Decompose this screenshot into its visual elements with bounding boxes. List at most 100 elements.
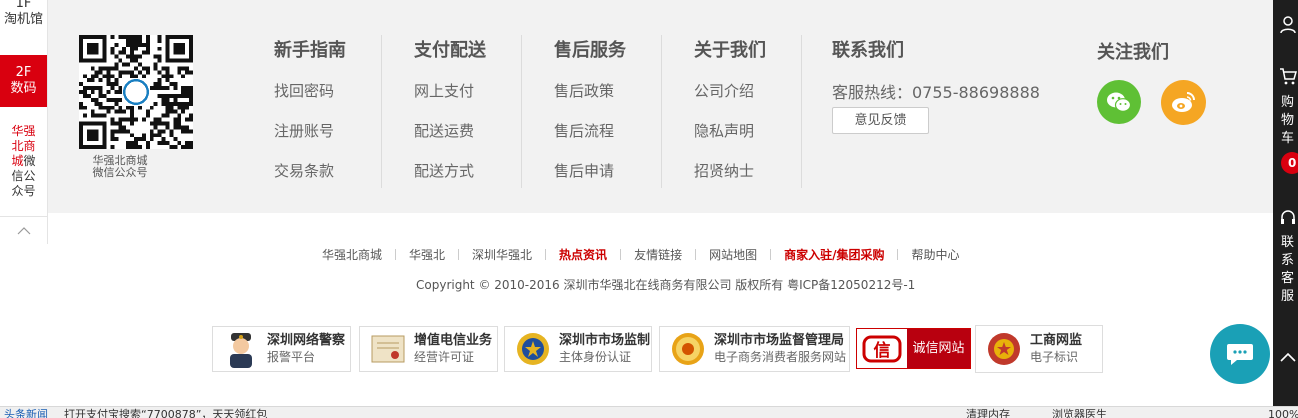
badge-telecom[interactable]: 增值电信业务 经营许可证: [359, 326, 498, 372]
police-icon: [230, 333, 252, 368]
footer-link[interactable]: 配送方式: [414, 160, 474, 181]
chevron-up-icon: [17, 226, 30, 234]
footer-link[interactable]: 配送运费: [414, 120, 474, 141]
badge-title: 工商网监: [1030, 333, 1083, 348]
back-to-top-button[interactable]: [0, 216, 47, 244]
column-aftersales: 售后服务 售后政策 售后流程 售后申请: [554, 38, 654, 188]
badge-title: 增值电信业务: [414, 333, 493, 348]
browser-status-bar: 头条新闻 打开支付宝搜索“7700878”，天天领红包 清理内存 浏览器医生 1…: [0, 406, 1298, 418]
column-divider: [381, 35, 382, 188]
status-news[interactable]: 头条新闻: [4, 408, 48, 418]
footer-link[interactable]: 售后政策: [554, 80, 614, 101]
link-divider: [545, 249, 547, 260]
cart-count-badge: 0: [1281, 152, 1298, 174]
floor-nav: 1F 淘机馆 2F 数码 华强北商城微信公众号: [0, 0, 48, 244]
column-divider: [661, 35, 662, 188]
credit-logo: 信: [857, 329, 907, 368]
wechat-qr-code: [79, 35, 193, 149]
qr-caption-line2: 微信公众号: [92, 166, 148, 179]
floor-wechat-item[interactable]: 华强北商城微信公众号: [0, 124, 47, 214]
column-guide: 新手指南 找回密码 注册账号 交易条款: [274, 38, 374, 188]
contact-service-label[interactable]: 联系客服: [1281, 234, 1297, 306]
qr-caption: 华强北商城 微信公众号: [79, 155, 161, 179]
chevron-up-icon[interactable]: [1278, 348, 1298, 368]
weibo-button[interactable]: [1161, 80, 1206, 125]
footer-link[interactable]: 网上支付: [414, 80, 474, 101]
status-clean-memory[interactable]: 清理内存: [966, 408, 1010, 418]
weibo-icon: [1172, 92, 1195, 112]
aic-emblem-icon: [988, 333, 1020, 365]
column-payment: 支付配送 网上支付 配送运费 配送方式: [414, 38, 514, 188]
column-title: 新手指南: [274, 40, 346, 61]
badge-aic[interactable]: 工商网监 电子标识: [975, 325, 1103, 373]
right-sidebar: 购物车 联系客服: [1273, 0, 1298, 418]
bottom-link[interactable]: 深圳华强北: [472, 246, 532, 263]
link-divider: [395, 249, 397, 260]
user-icon[interactable]: [1278, 14, 1298, 34]
badge-subtitle: 主体身份认证: [559, 350, 632, 364]
badge-subtitle: 经营许可证: [414, 350, 475, 364]
bottom-link[interactable]: 华强北商城: [322, 246, 382, 263]
link-divider: [770, 249, 772, 260]
bottom-link[interactable]: 商家入驻/集团采购: [784, 246, 884, 263]
feedback-button[interactable]: 意见反馈: [832, 107, 929, 134]
wechat-button[interactable]: [1097, 80, 1141, 124]
link-divider: [620, 249, 622, 260]
floor-1f-item[interactable]: 1F 淘机馆: [0, 0, 47, 52]
floor-2f-item[interactable]: 2F 数码: [0, 55, 47, 107]
badge-ecommerce[interactable]: 深圳市市场监督管理局 电子商务消费者服务网站: [659, 326, 850, 372]
bottom-link[interactable]: 网站地图: [709, 246, 757, 263]
badge-subtitle: 电子商务消费者服务网站: [714, 350, 847, 364]
badge-title: 诚信网站: [912, 341, 965, 356]
column-title: 支付配送: [414, 40, 486, 61]
column-title: 关于我们: [694, 40, 766, 61]
certificate-icon: [371, 335, 405, 363]
emblem-icon: [672, 333, 704, 365]
bottom-link[interactable]: 友情链接: [634, 246, 682, 263]
footer-link[interactable]: 招贤纳士: [694, 160, 754, 181]
footer-link[interactable]: 公司介绍: [694, 80, 754, 101]
wechat-icon: [1107, 92, 1132, 112]
copyright-text: Copyright © 2010-2016 深圳市华强北在线商务有限公司 版权所…: [416, 278, 916, 292]
footer-link[interactable]: 注册账号: [274, 120, 334, 141]
status-promo[interactable]: 打开支付宝搜索“7700878”，天天领红包: [64, 408, 267, 418]
footer-link[interactable]: 售后流程: [554, 120, 614, 141]
badge-subtitle: 电子标识: [1030, 350, 1079, 364]
bottom-link[interactable]: 帮助中心: [911, 246, 959, 263]
badge-title: 深圳网络警察: [267, 333, 346, 348]
footer-link[interactable]: 隐私声明: [694, 120, 754, 141]
cart-icon[interactable]: [1278, 66, 1298, 86]
footer-link[interactable]: 交易条款: [274, 160, 334, 181]
hotline-text: 客服热线：0755-88698888: [832, 83, 1040, 102]
emblem-icon: [517, 333, 549, 365]
follow-title: 关注我们: [1097, 42, 1169, 63]
link-divider: [458, 249, 460, 260]
chat-button[interactable]: [1210, 324, 1270, 384]
footer-link[interactable]: 售后申请: [554, 160, 614, 181]
badge-market-supervision[interactable]: 深圳市市场监制 主体身份认证: [504, 326, 652, 372]
status-zoom[interactable]: 100%: [1268, 408, 1298, 418]
bottom-links: 华强北商城 华强北 深圳华强北 热点资讯 友情链接 网站地图 商家入驻/集团采购 帮助中心: [322, 246, 960, 263]
badge-title: 深圳市市场监制: [559, 333, 651, 348]
link-divider: [695, 249, 697, 260]
bottom-link[interactable]: 热点资讯: [559, 246, 607, 263]
chat-icon: [1227, 344, 1253, 365]
footer-link[interactable]: 找回密码: [274, 80, 334, 101]
credit-icon: 信: [862, 335, 902, 362]
badge-cyber-police[interactable]: 深圳网络警察 报警平台: [212, 326, 351, 372]
column-about: 关于我们 公司介绍 隐私声明 招贤纳士: [694, 38, 794, 188]
link-divider: [897, 249, 899, 260]
cart-label[interactable]: 购物车: [1281, 94, 1297, 148]
column-divider: [801, 35, 802, 188]
column-title: 售后服务: [554, 40, 626, 61]
badge-credit-site[interactable]: 信 诚信网站: [856, 328, 971, 369]
badge-subtitle: 报警平台: [267, 350, 316, 364]
page: { "floor_nav": { "f1": "1F\n淘机馆", "f2": …: [0, 0, 1298, 418]
svg-text:信: 信: [874, 340, 891, 361]
column-divider: [521, 35, 522, 188]
column-title: 联系我们: [832, 40, 904, 61]
headset-icon[interactable]: [1278, 208, 1298, 228]
badge-title: 深圳市市场监督管理局: [714, 333, 845, 348]
bottom-link[interactable]: 华强北: [409, 246, 445, 263]
status-browser-doctor[interactable]: 浏览器医生: [1052, 408, 1107, 418]
